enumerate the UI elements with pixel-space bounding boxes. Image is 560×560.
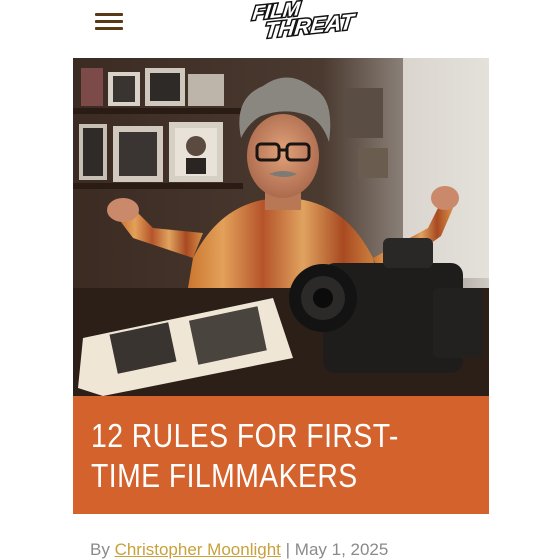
byline-separator: | <box>285 540 291 559</box>
site-logo[interactable]: FILM THREAT <box>242 0 372 44</box>
author-link[interactable]: Christopher Moonlight <box>115 540 281 559</box>
hamburger-menu-icon[interactable] <box>95 12 123 32</box>
site-header: FILM THREAT <box>0 0 560 50</box>
byline-prefix: By <box>90 540 110 559</box>
hero-image[interactable] <box>73 58 489 396</box>
hero-photo-filmmaker <box>73 58 489 396</box>
article-byline: By Christopher Moonlight | May 1, 2025 <box>90 540 388 560</box>
article-title-banner: 12 RULES FOR FIRST-TIME FILMMAKERS <box>73 396 489 514</box>
article-title[interactable]: 12 RULES FOR FIRST-TIME FILMMAKERS <box>91 416 418 496</box>
article-date: May 1, 2025 <box>294 540 389 559</box>
